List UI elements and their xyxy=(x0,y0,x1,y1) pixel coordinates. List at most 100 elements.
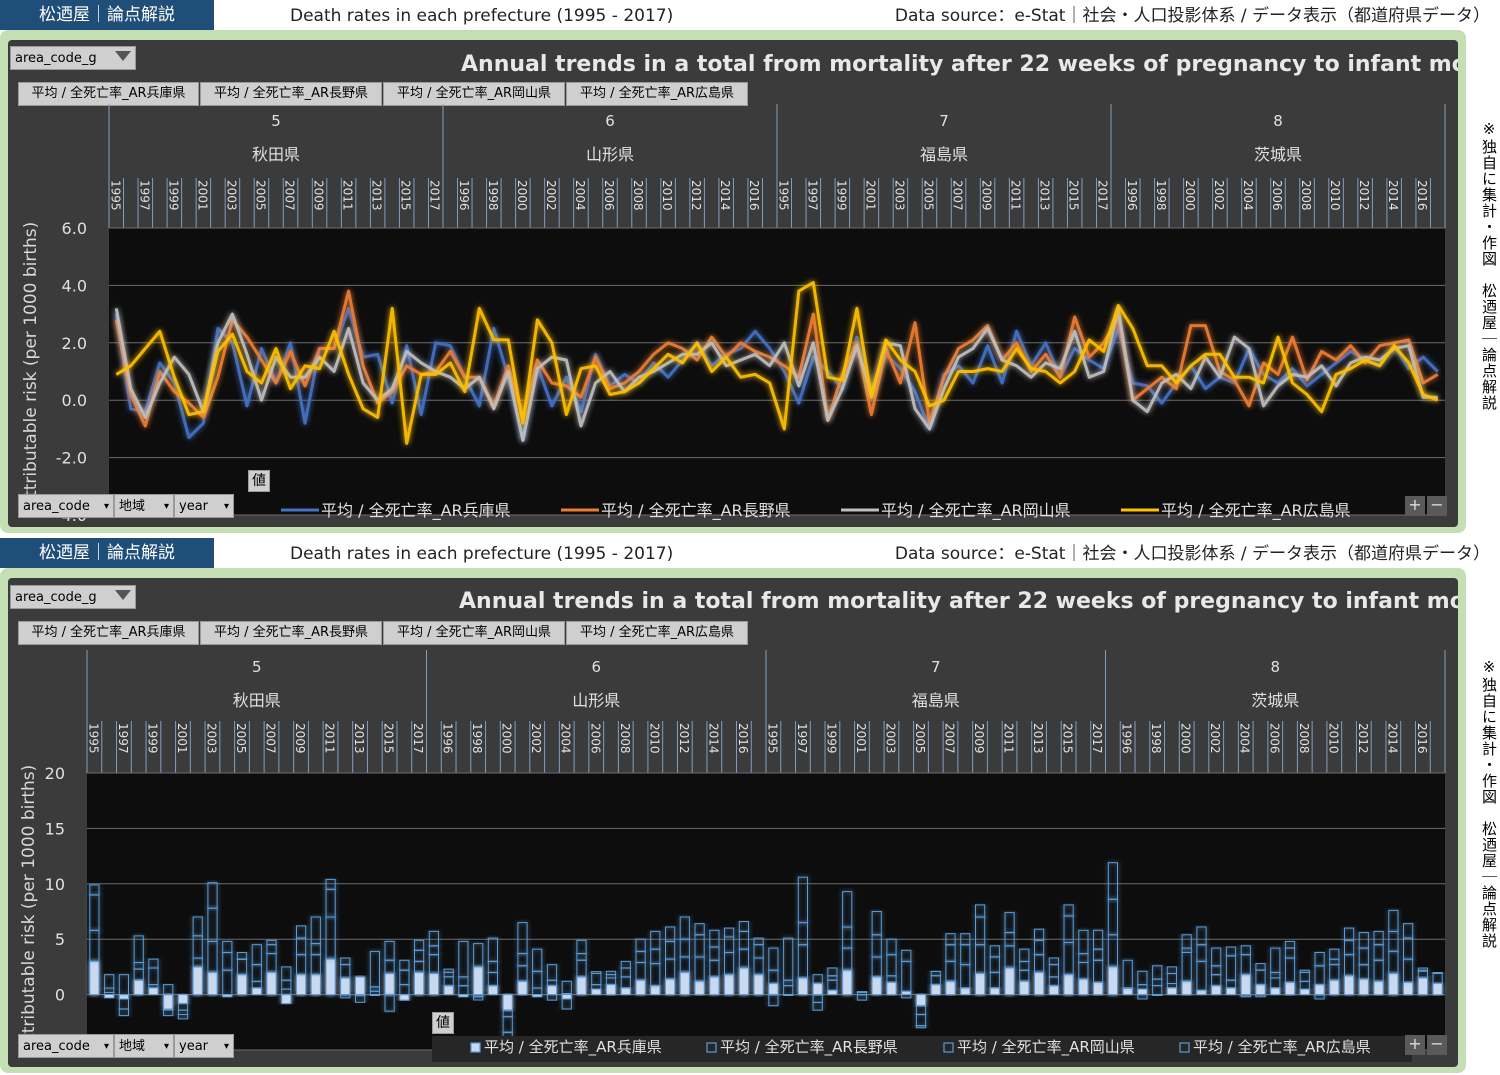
bar-segment-hyogo xyxy=(753,974,764,996)
year-label: 1997 xyxy=(805,180,819,211)
year-label: 2005 xyxy=(913,723,927,754)
bar-segment-hyogo xyxy=(1299,988,1310,996)
year-label: 2010 xyxy=(1328,180,1342,211)
bar-segment-hyogo xyxy=(207,971,218,996)
group-code-label: 8 xyxy=(1273,112,1283,130)
y-tick-label: 15 xyxy=(45,819,65,838)
header-top: 松迺屋｜論点解説 Death rates in each prefecture … xyxy=(0,0,1500,30)
area-code-filter[interactable]: area_code ▾ xyxy=(18,1034,114,1058)
year-label: 1995 xyxy=(776,180,790,211)
year-label: 2001 xyxy=(854,723,868,754)
year-label: 1998 xyxy=(486,180,500,211)
year-label: 2015 xyxy=(1067,180,1081,211)
year-label: 2014 xyxy=(706,723,720,754)
brand-label: 松迺屋｜論点解説 xyxy=(0,538,214,568)
group-code-label: 7 xyxy=(939,112,949,130)
bar-segment-hyogo xyxy=(1063,974,1074,996)
bar-segment-hyogo xyxy=(1314,984,1325,996)
expand-button[interactable]: + xyxy=(1405,496,1425,516)
year-label: 1999 xyxy=(166,180,180,211)
plot-area xyxy=(87,773,1445,1050)
year-label: 1996 xyxy=(1125,180,1139,211)
year-label: 2006 xyxy=(588,723,602,754)
bar-segment-hyogo xyxy=(1019,980,1030,996)
bar-segment-hyogo xyxy=(989,987,1000,996)
legend-label-nagano: 平均 / 全死亡率_AR長野県 xyxy=(720,1038,898,1057)
year-label: 2013 xyxy=(370,180,384,211)
line-chart: 5 秋田県 1995 1997 1999 2001 2003 2005 2007 2009 2011… xyxy=(21,104,1446,525)
bar-segment-hyogo xyxy=(443,985,454,996)
year-label: 1999 xyxy=(824,723,838,754)
bar-segment-hyogo xyxy=(576,976,587,996)
year-label: year xyxy=(179,499,209,514)
year-label: 2002 xyxy=(544,180,558,211)
year-label: 2011 xyxy=(1002,723,1016,754)
region-filter[interactable]: 地域 ▾ xyxy=(114,1034,174,1058)
dropdown-arrow-icon: ▾ xyxy=(223,501,229,512)
year-label: 2010 xyxy=(647,723,661,754)
group-name-label: 秋田県 xyxy=(252,145,300,164)
bar-segment-hyogo xyxy=(635,979,646,996)
bar-segment-hyogo xyxy=(827,989,838,996)
bar-segment-hyogo xyxy=(236,974,248,996)
year-label: 1997 xyxy=(116,723,130,754)
year-filter[interactable]: year ▾ xyxy=(174,1034,234,1058)
year-label: 2002 xyxy=(1212,180,1226,211)
value-field-button[interactable]: 値 xyxy=(432,1012,454,1034)
dropdown-arrow-icon: ▾ xyxy=(103,501,109,512)
bar-segment-hyogo xyxy=(871,976,882,996)
bar-segment-hyogo xyxy=(1373,980,1384,996)
year-label: 2017 xyxy=(428,180,442,211)
group-name-label: 山形県 xyxy=(586,145,634,164)
year-label: 2003 xyxy=(204,723,218,754)
bar-chart: 5秋田県1995 1997 1999 2001 2003 2005 2007 2009 2011… xyxy=(19,650,1446,1062)
year-label: 2003 xyxy=(883,723,897,754)
bar-segment-hyogo xyxy=(487,985,498,996)
bar-segment-hiroshima xyxy=(930,970,941,973)
bar-segment-hyogo xyxy=(605,984,617,996)
bar-segment-hyogo xyxy=(473,966,484,996)
year-label: 2007 xyxy=(943,723,957,754)
year-label: 2016 xyxy=(736,723,750,754)
area-code-filter[interactable]: area_code ▾ xyxy=(18,494,114,518)
year-label: 2000 xyxy=(1183,180,1197,211)
bar-segment-hyogo xyxy=(561,994,572,1000)
year-filter[interactable]: year ▾ xyxy=(174,494,234,518)
year-label: 2002 xyxy=(529,723,543,754)
year-label: 2017 xyxy=(411,723,425,754)
bar-segment-okayama xyxy=(355,976,366,978)
expand-button[interactable]: + xyxy=(1405,1035,1425,1055)
value-field-button[interactable]: 値 xyxy=(248,470,270,492)
bar-segment-hyogo xyxy=(1432,983,1443,996)
bar-segment-hyogo xyxy=(709,976,720,996)
bar-segment-hyogo xyxy=(355,976,366,996)
y-tick-label: 10 xyxy=(45,875,65,894)
bar-segment-hyogo xyxy=(133,979,144,996)
group-code-label: 6 xyxy=(591,658,601,676)
y-tick-label: -2.0 xyxy=(56,449,87,468)
collapse-button[interactable]: − xyxy=(1427,496,1447,516)
group-code-label: 6 xyxy=(605,112,615,130)
region-filter[interactable]: 地域 ▾ xyxy=(114,494,174,518)
group-name-label: 秋田県 xyxy=(233,691,281,710)
legend-label-hiroshima: 平均 / 全死亡率_AR広島県 xyxy=(1193,1038,1371,1057)
year-label: 2007 xyxy=(264,723,278,754)
bar-segment-hyogo xyxy=(591,988,602,996)
region-label: 地域 xyxy=(119,1039,146,1054)
bar-segment-hyogo xyxy=(1093,981,1104,996)
bar-segment-hyogo xyxy=(148,987,159,996)
year-label: 2007 xyxy=(283,180,297,211)
group-code-label: 5 xyxy=(252,658,262,676)
bar-segment-hyogo xyxy=(340,977,351,996)
year-label: 2000 xyxy=(515,180,529,211)
bar-segment-hyogo xyxy=(517,980,528,996)
year-label: 2008 xyxy=(1299,180,1313,211)
year-label: 2007 xyxy=(951,180,965,211)
legend-label-hiroshima: 平均 / 全死亡率_AR広島県 xyxy=(1161,501,1351,521)
year-label: year xyxy=(179,1039,209,1054)
y-axis-title: Attributable risk (per 1000 births) xyxy=(21,222,41,509)
year-label: 1997 xyxy=(795,723,809,754)
bar-segment-hyogo xyxy=(325,958,336,996)
collapse-button[interactable]: − xyxy=(1427,1035,1447,1055)
y-axis-title: Attributable risk (per 1000 births) xyxy=(19,765,39,1052)
